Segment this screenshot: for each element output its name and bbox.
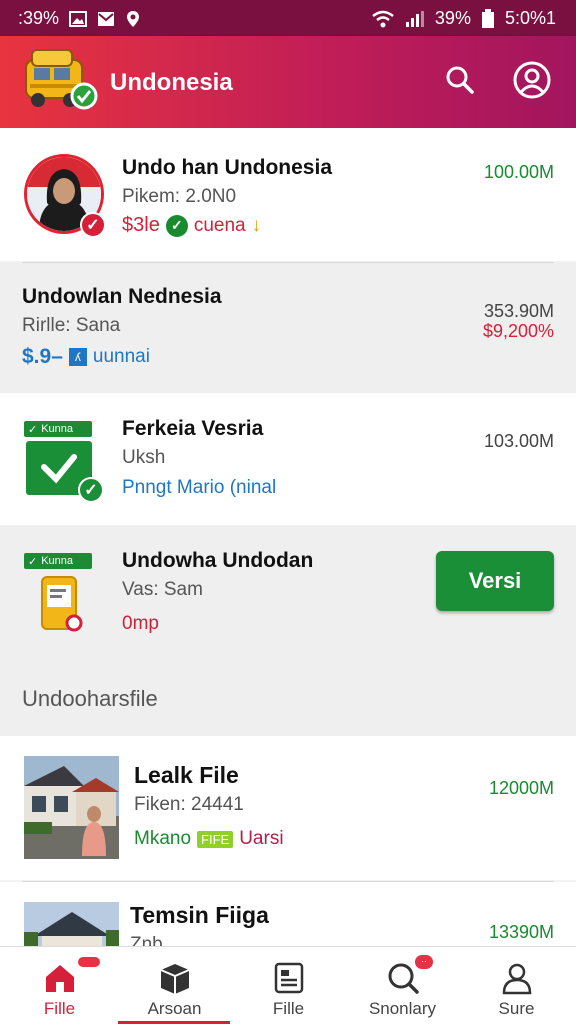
section-header: Undooharsfile (22, 686, 158, 711)
document-icon (274, 962, 303, 994)
item-title: Undo han Undonesia (122, 156, 332, 179)
nav-item-profile[interactable]: Sure (459, 947, 574, 1024)
item-subtitle: Rirlle: Sana (22, 315, 121, 336)
list-item[interactable]: ✓ Undo han Undonesia Pikem: 2.0N0 $3le ✓… (0, 128, 576, 261)
check-icon: ✓ (165, 214, 188, 237)
verified-badge: ✓ (80, 212, 106, 238)
search-icon (388, 963, 419, 994)
item-amount: 100.00M (483, 162, 554, 182)
app-bar: Undonesia (0, 36, 576, 128)
list-item[interactable]: Undowlan Nednesia Rirlle: Sana $.9– ʎ uu… (0, 263, 576, 393)
item-subtitle: Uksh (122, 447, 166, 468)
item-title: Undowha Undodan (122, 549, 314, 572)
taxi-logo-icon (25, 49, 98, 110)
check-icon: ✓ (28, 423, 38, 436)
list-item[interactable]: ✓ Kunna ✓ Ferkeia Vesria Uksh Pnngt Mari… (0, 393, 576, 525)
account-icon (513, 61, 551, 99)
search-button[interactable] (438, 58, 482, 102)
nav-item-box[interactable]: Arsoan (117, 947, 232, 1024)
battery-icon (481, 8, 494, 28)
file-title: Temsin Fiiga (130, 902, 269, 928)
item-meta: 0mp (122, 613, 159, 634)
nav-label: Fille (43, 999, 76, 1018)
arrow-down-icon: ↓ (251, 214, 262, 236)
location-icon (127, 10, 140, 27)
clock: 5:0%1 (504, 8, 556, 28)
wifi-icon (372, 10, 394, 27)
file-thumbnail (24, 756, 119, 859)
file-thumbnail (24, 902, 119, 946)
item-amount: 353.90M (483, 301, 554, 321)
verified-tag: ✓ Kunna (24, 553, 92, 569)
status-bar: :39% 39% 5:0%1 (0, 0, 576, 36)
item-change: $9,200% (482, 321, 554, 341)
file-amount: 12000M (488, 778, 554, 798)
item-meta: Pnngt Mario (ninal (122, 477, 277, 498)
verified-badge: ✓ (78, 477, 104, 503)
battery-percent: 39% (434, 8, 471, 28)
nav-label: Sure (498, 999, 535, 1018)
tag-label: Kunna (41, 423, 74, 435)
person-icon (502, 963, 531, 995)
nav-label: Arsoan (147, 999, 202, 1018)
tag-label: Kunna (41, 555, 74, 567)
file-meta: Mkano FIFE Uarsi (134, 828, 284, 850)
person-icon: ʎ (68, 348, 87, 366)
notification-badge: ·· (415, 955, 433, 969)
signal-icon (405, 10, 424, 27)
file-amount: 13390M (488, 922, 554, 942)
item-subtitle: Vas: Sam (122, 579, 203, 600)
item-title: Ferkeia Vesria (122, 417, 264, 440)
home-icon (45, 965, 74, 992)
item-meta-label: uunnai (92, 346, 150, 367)
item-subtitle: Pikem: 2.0N0 (122, 186, 237, 207)
check-icon: ✓ (28, 555, 38, 568)
account-button[interactable] (510, 58, 554, 102)
item-meta-price: $3le (122, 214, 160, 236)
file-meta-label-2: Uarsi (239, 828, 284, 849)
status-left-text: :39% (18, 8, 60, 28)
nav-item-search[interactable]: ·· Snonlary (345, 947, 460, 1024)
verify-button[interactable]: Versi (436, 551, 554, 611)
mail-icon (98, 11, 115, 26)
file-meta-label: Mkano (134, 828, 192, 849)
list-item[interactable]: ✓ Kunna Undowha Undodan Vas: Sam 0mp Ver… (0, 525, 576, 668)
verified-tag: ✓ Kunna (24, 421, 92, 437)
item-amount: 103.00M (483, 431, 554, 451)
file-subtitle: Znb (130, 934, 163, 946)
nav-item-document[interactable]: Fille (231, 947, 346, 1024)
nav-label: Fille (272, 999, 305, 1018)
list-item[interactable]: Temsin Fiiga Znb 13390M (0, 882, 576, 946)
item-meta: $3le ✓ cuena ↓ (122, 214, 261, 237)
list-item[interactable]: Lealk File Fiken: 24441 Mkano FIFE Uarsi… (0, 736, 576, 880)
image-icon (69, 10, 88, 27)
item-meta-label: cuena (193, 214, 246, 236)
file-subtitle: Fiken: 24441 (134, 794, 244, 815)
file-title: Lealk File (134, 762, 239, 788)
box-icon (160, 964, 189, 994)
notification-badge (78, 957, 100, 967)
item-title: Undowlan Nednesia (22, 285, 222, 308)
nav-item-home[interactable]: Fille (2, 947, 117, 1024)
phone-icon (40, 575, 83, 632)
bottom-nav: Fille Arsoan Fille ·· Snonlary Sure (0, 946, 576, 1024)
item-meta: $.9– ʎ uunnai (22, 345, 150, 369)
nav-label: Snonlary (368, 999, 437, 1018)
item-meta-price: $.9– (22, 345, 63, 368)
app-title: Undonesia (110, 69, 233, 96)
file-type-badge: FIFE (197, 830, 234, 848)
search-icon (446, 66, 474, 94)
